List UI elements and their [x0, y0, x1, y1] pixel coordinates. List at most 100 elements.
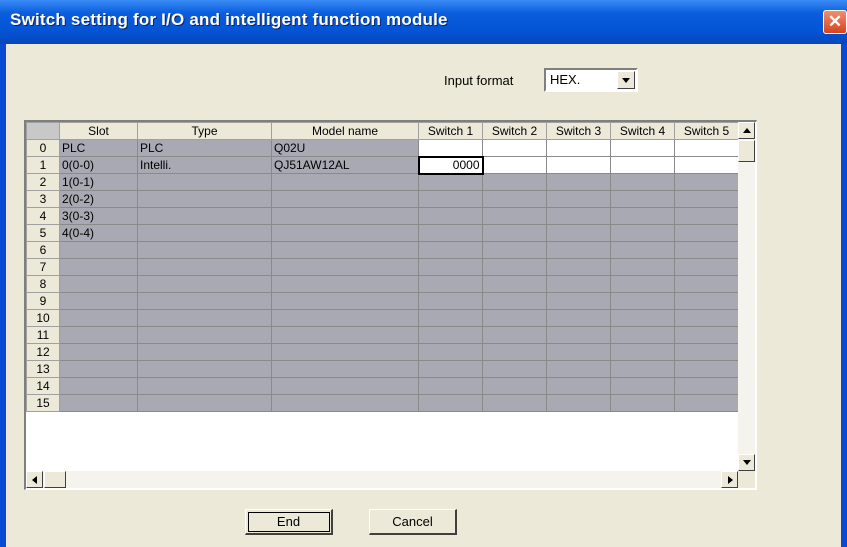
vertical-scrollbar[interactable]	[738, 122, 755, 471]
type-cell: Intelli.	[137, 156, 272, 174]
switch-cell	[546, 275, 611, 293]
table-row: 1 0(0-0) Intelli. QJ51AW12AL 0000	[26, 155, 739, 175]
scroll-up-icon[interactable]	[738, 122, 755, 139]
row-number: 12	[26, 343, 60, 361]
slot-cell: 4(0-4)	[59, 224, 138, 242]
model-name-cell: Q02U	[271, 139, 419, 157]
slot-cell	[59, 292, 138, 310]
switch-cell[interactable]	[546, 156, 611, 174]
model-name-cell	[271, 275, 419, 293]
slot-cell	[59, 377, 138, 395]
row-number: 2	[26, 173, 60, 191]
switch-cell[interactable]: 0000	[417, 155, 484, 175]
type-cell	[137, 224, 272, 242]
switch-cell	[610, 377, 675, 395]
switch-cell[interactable]	[482, 139, 547, 157]
type-cell	[137, 377, 272, 395]
switch-cell	[610, 258, 675, 276]
switch-cell[interactable]	[546, 139, 611, 157]
vertical-scroll-thumb[interactable]	[738, 140, 755, 162]
switch-cell	[674, 173, 739, 191]
switch-cell	[674, 377, 739, 395]
switch-cell	[482, 309, 547, 327]
switch-cell	[418, 326, 483, 344]
model-name-cell	[271, 309, 419, 327]
table-row: 13	[26, 360, 739, 378]
table-row: 6	[26, 241, 739, 259]
scroll-down-icon[interactable]	[738, 454, 755, 471]
type-cell	[137, 360, 272, 378]
type-cell	[137, 309, 272, 327]
window-frame-right	[841, 44, 847, 547]
slot-cell: PLC	[59, 139, 138, 157]
model-name-cell	[271, 360, 419, 378]
switch-cell	[482, 377, 547, 395]
input-format-label: Input format	[444, 73, 514, 88]
end-button[interactable]: End	[245, 509, 333, 535]
switch-setting-dialog: Switch setting for I/O and intelligent f…	[0, 0, 847, 547]
switch-cell	[418, 275, 483, 293]
close-icon[interactable]: ✕	[823, 10, 847, 34]
type-cell	[137, 326, 272, 344]
switch-cell	[610, 292, 675, 310]
switch-cell	[610, 224, 675, 242]
switch-cell	[546, 258, 611, 276]
table-row: 9	[26, 292, 739, 310]
table-row: 12	[26, 343, 739, 361]
switch-cell	[482, 326, 547, 344]
slot-cell	[59, 309, 138, 327]
switch-cell	[610, 173, 675, 191]
model-name-cell	[271, 394, 419, 412]
table-row: 8	[26, 275, 739, 293]
slot-cell	[59, 241, 138, 259]
slot-cell: 2(0-2)	[59, 190, 138, 208]
row-number: 15	[26, 394, 60, 412]
row-number: 6	[26, 241, 60, 259]
scroll-right-icon[interactable]	[721, 471, 738, 488]
switch-cell	[418, 258, 483, 276]
type-cell	[137, 394, 272, 412]
model-name-cell	[271, 326, 419, 344]
switch-cell	[546, 173, 611, 191]
horizontal-scrollbar[interactable]	[26, 471, 738, 488]
switch-cell[interactable]	[674, 156, 739, 174]
switch-cell	[674, 394, 739, 412]
switch-cell	[546, 309, 611, 327]
switch-cell[interactable]	[418, 139, 483, 157]
row-number: 4	[26, 207, 60, 225]
slot-cell	[59, 343, 138, 361]
cancel-button[interactable]: Cancel	[369, 509, 457, 535]
row-number: 10	[26, 309, 60, 327]
switch-cell	[610, 241, 675, 259]
slot-cell	[59, 360, 138, 378]
switch-cell[interactable]	[610, 156, 675, 174]
type-cell: PLC	[137, 139, 272, 157]
model-name-cell	[271, 207, 419, 225]
switch-cell	[610, 394, 675, 412]
input-format-select[interactable]: HEX.	[544, 68, 638, 92]
switch-cell	[546, 190, 611, 208]
column-header: Model name	[271, 122, 419, 140]
row-number: 14	[26, 377, 60, 395]
switch-cell	[674, 258, 739, 276]
switch-cell	[546, 207, 611, 225]
switch-cell[interactable]	[482, 156, 547, 174]
row-number: 7	[26, 258, 60, 276]
title-bar[interactable]: Switch setting for I/O and intelligent f…	[0, 0, 847, 44]
slot-cell: 3(0-3)	[59, 207, 138, 225]
model-name-cell: QJ51AW12AL	[271, 156, 419, 174]
switch-cell	[546, 360, 611, 378]
column-header: Switch 3	[546, 122, 611, 140]
chevron-down-icon[interactable]	[617, 71, 635, 89]
row-number: 5	[26, 224, 60, 242]
column-header: Switch 2	[482, 122, 547, 140]
input-format-value: HEX.	[550, 72, 581, 87]
switch-cell	[674, 241, 739, 259]
horizontal-scroll-thumb[interactable]	[44, 471, 66, 488]
switch-cell	[482, 360, 547, 378]
switch-cell[interactable]	[674, 139, 739, 157]
switch-cell	[482, 394, 547, 412]
switch-cell[interactable]	[610, 139, 675, 157]
scroll-left-icon[interactable]	[26, 471, 43, 488]
switch-cell	[546, 377, 611, 395]
